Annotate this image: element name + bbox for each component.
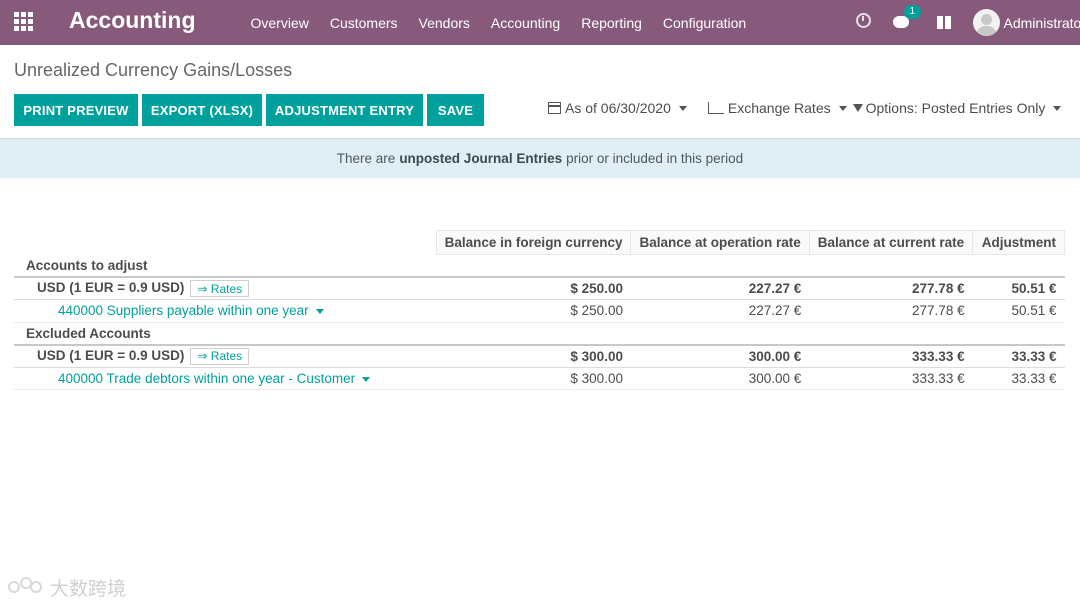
report-buttons: PRINT PREVIEW EXPORT (XLSX) ADJUSTMENT E… xyxy=(14,94,484,126)
menu-customers[interactable]: Customers xyxy=(319,15,408,31)
unposted-entries-alert: There are unposted Journal Entries prior… xyxy=(0,138,1080,178)
value-cell: 50.51 € xyxy=(972,299,1065,323)
menu-vendors[interactable]: Vendors xyxy=(408,15,480,31)
section-title: Accounts to adjust xyxy=(14,254,1065,278)
watermark: 大数跨境 xyxy=(8,574,126,601)
messages-button[interactable]: 1 xyxy=(892,4,922,32)
caret-down-icon[interactable] xyxy=(315,309,324,315)
adjustment-entry-button[interactable]: ADJUSTMENT ENTRY xyxy=(266,94,423,126)
page-title: Unrealized Currency Gains/Losses xyxy=(14,60,293,80)
options-filter-label: Options: Posted Entries Only xyxy=(865,100,1046,116)
value-cell: 50.51 € xyxy=(972,277,1065,300)
menu-reporting[interactable]: Reporting xyxy=(571,15,653,31)
exchange-rates-label: Exchange Rates xyxy=(727,100,831,116)
alert-bold-text: unposted Journal Entries xyxy=(399,151,563,166)
section-row: Accounts to adjust xyxy=(14,254,1065,278)
export-xlsx-button[interactable]: EXPORT (XLSX) xyxy=(142,94,262,126)
user-menu-name[interactable]: Administrator xyxy=(1004,15,1080,31)
watermark-logo-icon xyxy=(8,575,48,601)
currency-report-table: Balance in foreign currency Balance at o… xyxy=(14,230,1065,390)
apps-grid-icon[interactable] xyxy=(14,12,34,32)
app-title[interactable]: Accounting xyxy=(69,7,196,34)
save-button[interactable]: SAVE xyxy=(427,94,484,126)
menu-overview[interactable]: Overview xyxy=(240,15,319,31)
activity-clock-icon[interactable] xyxy=(855,13,871,32)
value-cell: $ 250.00 xyxy=(436,299,631,323)
section-row: Excluded Accounts xyxy=(14,322,1065,346)
header-operation-rate-balance[interactable]: Balance at operation rate xyxy=(630,230,810,255)
account-link[interactable]: 400000 Trade debtors within one year - C… xyxy=(58,371,355,386)
alert-suffix: prior or included in this period xyxy=(566,151,744,166)
currency-group-label: USD (1 EUR = 0.9 USD) xyxy=(37,280,185,296)
currency-group-cell: USD (1 EUR = 0.9 USD) ⇒ Rates xyxy=(14,344,437,368)
header-foreign-balance[interactable]: Balance in foreign currency xyxy=(435,230,632,255)
account-cell: 400000 Trade debtors within one year - C… xyxy=(14,367,437,390)
caret-down-icon[interactable] xyxy=(362,376,371,382)
rates-button[interactable]: ⇒ Rates xyxy=(190,347,250,365)
value-cell: $ 300.00 xyxy=(436,367,631,390)
date-filter-dropdown[interactable]: As of 06/30/2020 xyxy=(548,100,687,116)
menu-configuration[interactable]: Configuration xyxy=(652,15,756,31)
exchange-rates-dropdown[interactable]: Exchange Rates xyxy=(707,100,847,116)
user-avatar[interactable] xyxy=(972,9,1000,36)
main-menu: Overview Customers Vendors Accounting Re… xyxy=(240,0,757,45)
systray: 1 Administrator xyxy=(855,0,1080,45)
date-filter-label: As of 06/30/2020 xyxy=(565,100,671,116)
value-cell: 300.00 € xyxy=(630,367,810,390)
value-cell: 277.78 € xyxy=(809,299,973,323)
header-blank xyxy=(14,231,436,255)
value-cell: 227.27 € xyxy=(630,299,810,323)
account-row: 400000 Trade debtors within one year - C… xyxy=(14,367,1065,390)
value-cell: $ 250.00 xyxy=(436,277,631,300)
caret-down-icon xyxy=(678,105,687,111)
currency-group-row: USD (1 EUR = 0.9 USD) ⇒ Rates $ 300.00 30… xyxy=(14,344,1065,368)
value-cell: $ 300.00 xyxy=(436,344,631,368)
alert-prefix: There are xyxy=(336,151,396,166)
header-adjustment[interactable]: Adjustment xyxy=(972,230,1065,255)
section-title: Excluded Accounts xyxy=(14,322,1065,346)
caret-down-icon xyxy=(838,105,847,111)
gift-icon[interactable] xyxy=(936,16,951,29)
value-cell: 333.33 € xyxy=(809,367,973,390)
value-cell: 277.78 € xyxy=(809,277,973,300)
print-preview-button[interactable]: PRINT PREVIEW xyxy=(14,94,138,126)
rates-button[interactable]: ⇒ Rates xyxy=(190,280,250,297)
menu-accounting[interactable]: Accounting xyxy=(480,15,570,31)
value-cell: 33.33 € xyxy=(972,367,1065,390)
options-filter-dropdown[interactable]: Options: Posted Entries Only xyxy=(852,100,1062,116)
value-cell: 300.00 € xyxy=(630,344,810,368)
line-chart-icon xyxy=(707,102,724,114)
value-cell: 33.33 € xyxy=(972,344,1065,368)
report-filters: As of 06/30/2020 Exchange Rates Options:… xyxy=(548,100,1062,116)
account-cell: 440000 Suppliers payable within one year xyxy=(14,299,437,323)
calendar-icon xyxy=(548,102,561,114)
table-header-row: Balance in foreign currency Balance at o… xyxy=(14,230,1065,255)
watermark-text: 大数跨境 xyxy=(50,578,127,600)
currency-group-row: USD (1 EUR = 0.9 USD) ⇒ Rates $ 250.00 22… xyxy=(14,277,1065,300)
account-link[interactable]: 440000 Suppliers payable within one year xyxy=(58,303,309,318)
header-current-rate-balance[interactable]: Balance at current rate xyxy=(808,230,974,255)
currency-group-cell: USD (1 EUR = 0.9 USD) ⇒ Rates xyxy=(14,277,437,300)
filter-icon xyxy=(852,104,863,112)
value-cell: 227.27 € xyxy=(630,277,810,300)
caret-down-icon xyxy=(1053,105,1062,111)
currency-group-label: USD (1 EUR = 0.9 USD) xyxy=(37,347,185,363)
account-row: 440000 Suppliers payable within one year… xyxy=(14,299,1065,323)
top-navbar: Accounting Overview Customers Vendors Ac… xyxy=(0,0,1080,45)
messages-count-badge: 1 xyxy=(903,4,922,19)
value-cell: 333.33 € xyxy=(809,344,973,368)
